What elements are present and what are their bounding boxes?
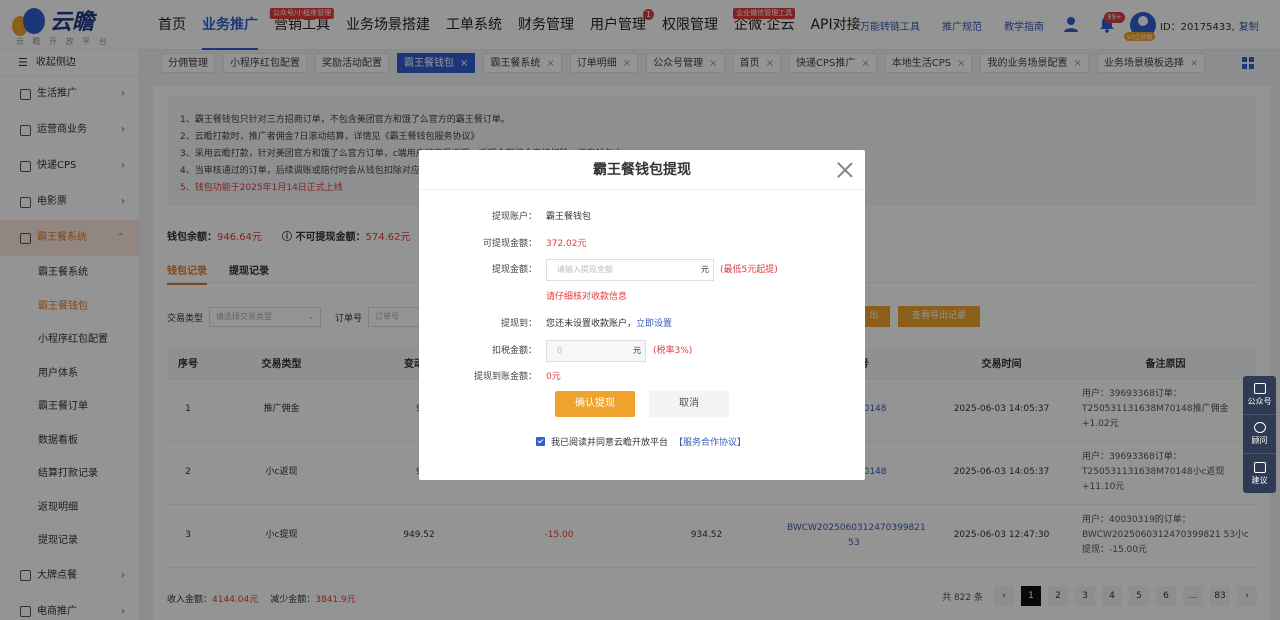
to-text: 您还未设置收款账户， bbox=[546, 319, 637, 329]
row-to: 提现到： 您还未设置收款账户，立即设置 bbox=[419, 314, 865, 334]
row-available: 可提现金额： 372.02元 bbox=[419, 234, 865, 254]
dock-feedback[interactable]: 建议 bbox=[1243, 454, 1276, 493]
account-label: 提现账户： bbox=[491, 212, 537, 222]
dock-label: 顾问 bbox=[1251, 436, 1268, 445]
tax-hint: (税率3%) bbox=[653, 346, 693, 356]
warning-text: 请仔细核对收款信息 bbox=[546, 292, 628, 302]
dock-label: 公众号 bbox=[1247, 397, 1272, 406]
amount-input[interactable]: 请输入提现金额 元 bbox=[546, 259, 714, 281]
to-value: 您还未设置收款账户，立即设置 bbox=[546, 314, 672, 334]
right-dock: 公众号 顾问 建议 bbox=[1243, 376, 1276, 493]
to-label: 提现到： bbox=[500, 319, 537, 329]
tax-input: 0元 bbox=[546, 340, 646, 362]
headset-icon bbox=[1253, 422, 1266, 433]
tax-unit: 元 bbox=[633, 346, 641, 355]
wechat-icon bbox=[1253, 383, 1266, 394]
account-value: 霸王餐钱包 bbox=[546, 212, 592, 222]
cancel-button[interactable]: 取消 bbox=[649, 391, 729, 417]
agree-checkbox[interactable] bbox=[536, 437, 545, 446]
available-value: 372.02元 bbox=[546, 239, 587, 249]
agreement-link[interactable]: 【服务合作协议】 bbox=[674, 435, 746, 448]
edit-icon bbox=[1253, 461, 1266, 473]
arrive-value: 0元 bbox=[546, 372, 561, 382]
amount-unit: 元 bbox=[701, 265, 709, 274]
amount-placeholder: 请输入提现金额 bbox=[557, 265, 613, 274]
row-account: 提现账户： 霸王餐钱包 bbox=[419, 207, 865, 227]
tax-value: 0 bbox=[557, 346, 563, 355]
dock-official-account[interactable]: 公众号 bbox=[1243, 376, 1276, 415]
amount-label: 提现金额： bbox=[491, 265, 537, 275]
agreement-row: 我已阅读并同意云瞻开放平台 【服务合作协议】 bbox=[536, 435, 746, 448]
arrive-label: 提现到账金额： bbox=[473, 372, 537, 382]
dock-consultant[interactable]: 顾问 bbox=[1243, 415, 1276, 454]
row-tax: 扣税金额： 0元 (税率3%) bbox=[419, 340, 865, 362]
row-warning: 请仔细核对收款信息 bbox=[419, 287, 865, 307]
dock-label: 建议 bbox=[1251, 475, 1268, 485]
amount-hint: (最低5元起提) bbox=[720, 265, 778, 275]
row-arrive: 提现到账金额： 0元 bbox=[419, 367, 865, 387]
tax-label: 扣税金额： bbox=[491, 346, 537, 356]
withdraw-modal: 霸王餐钱包提现 提现账户： 霸王餐钱包 可提现金额： 372.02元 提现金额：… bbox=[419, 150, 865, 480]
setup-account-link[interactable]: 立即设置 bbox=[636, 319, 672, 329]
close-icon[interactable] bbox=[837, 162, 853, 178]
agree-text: 我已阅读并同意云瞻开放平台 bbox=[551, 438, 669, 448]
confirm-withdraw-button[interactable]: 确认提现 bbox=[555, 391, 635, 417]
row-amount: 提现金额： 请输入提现金额 元 (最低5元起提) bbox=[419, 259, 865, 281]
modal-title: 霸王餐钱包提现 bbox=[419, 150, 865, 190]
available-label: 可提现金额： bbox=[482, 239, 537, 249]
